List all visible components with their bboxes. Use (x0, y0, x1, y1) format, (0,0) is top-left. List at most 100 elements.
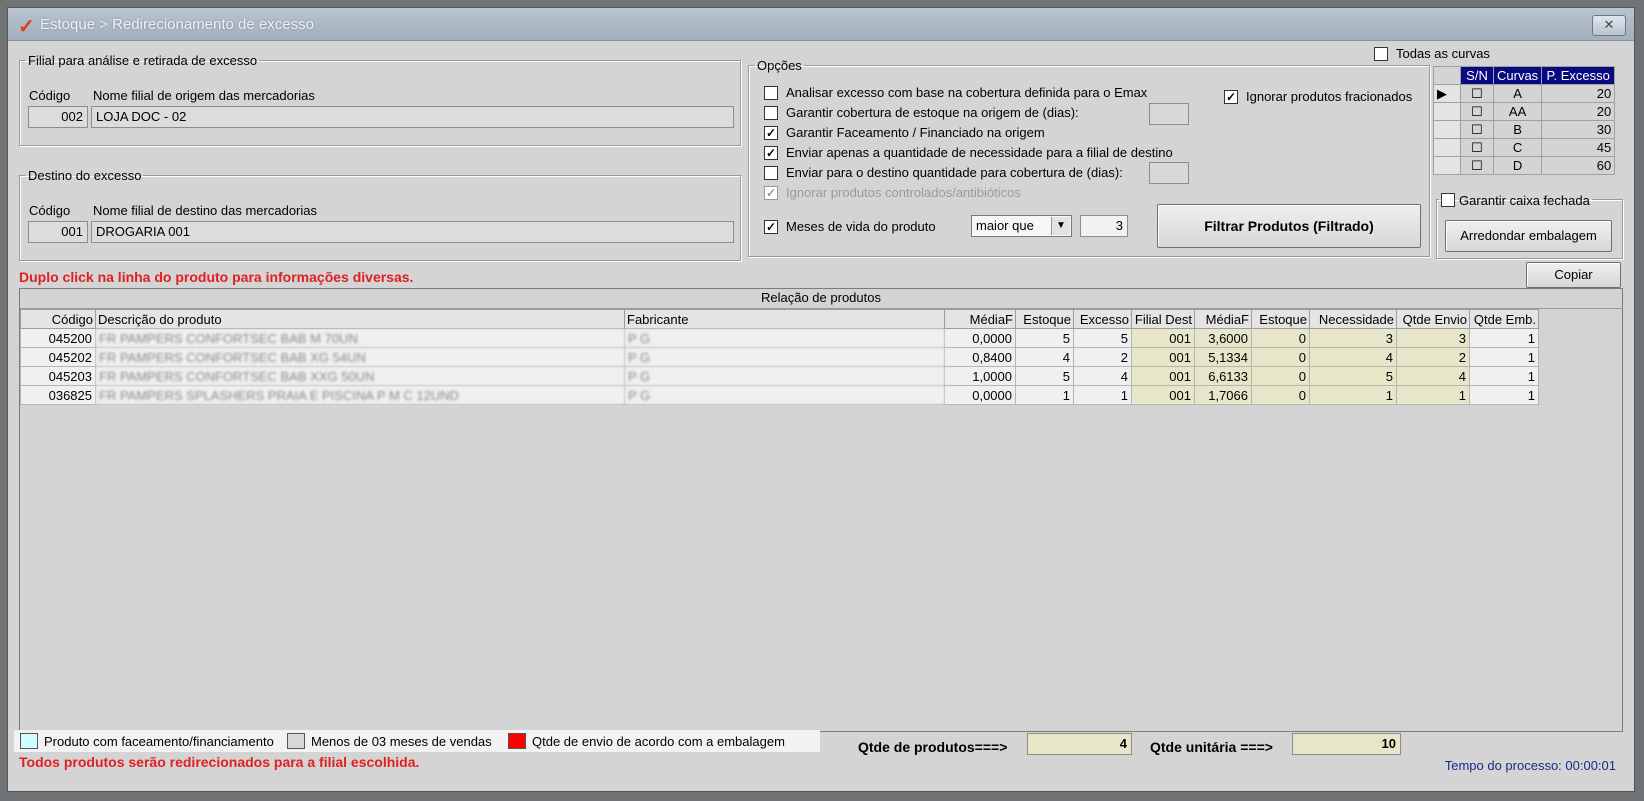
tempo-processo: Tempo do processo: 00:00:01 (1444, 758, 1616, 773)
row-pointer-icon: ▶ (1433, 84, 1461, 103)
meses-valor-input[interactable]: 3 (1080, 215, 1128, 237)
col-estoque[interactable]: Estoque (1015, 309, 1074, 329)
cell-qtde-envio[interactable]: 1 (1396, 385, 1470, 405)
legend-embalagem-label: Qtde de envio de acordo com a embalagem (532, 734, 785, 749)
col-excesso[interactable]: Excesso (1073, 309, 1132, 329)
col-mediaf[interactable]: MédiaF (944, 309, 1016, 329)
destino-codigo-field[interactable]: 001 (28, 221, 88, 243)
filtrar-produtos-button[interactable]: Filtrar Produtos (Filtrado) (1157, 204, 1421, 248)
cell-mediaf: 1,0000 (944, 366, 1016, 386)
caixa-fechada-checkbox[interactable] (1441, 193, 1455, 207)
opt-fracionados-checkbox[interactable]: ✓ (1224, 90, 1238, 104)
cell-estoque-dest: 0 (1251, 347, 1310, 367)
row-indicator (1433, 102, 1461, 121)
curva-row[interactable]: ☐ D 60 (1433, 156, 1616, 175)
curva-pct[interactable]: 30 (1541, 120, 1616, 139)
col-necessidade[interactable]: Necessidade (1309, 309, 1397, 329)
todas-curvas-checkbox[interactable] (1374, 47, 1388, 61)
cell-excesso: 1 (1073, 385, 1132, 405)
copiar-button[interactable]: Copiar (1526, 262, 1621, 288)
curva-row[interactable]: ☐ C 45 (1433, 138, 1616, 157)
cell-fabricante: P G (624, 385, 945, 405)
cell-mediaf-dest: 5,1334 (1194, 347, 1252, 367)
cell-excesso: 4 (1073, 366, 1132, 386)
col-codigo[interactable]: Código (20, 309, 96, 329)
opt-faceamento-checkbox[interactable]: ✓ (764, 126, 778, 140)
curva-name: C (1492, 138, 1543, 157)
cobertura-origem-input[interactable] (1149, 103, 1189, 125)
col-descricao[interactable]: Descrição do produto (95, 309, 625, 329)
opt-fracionados-label: Ignorar produtos fracionados (1246, 89, 1413, 104)
col-estoque-dest[interactable]: Estoque (1251, 309, 1310, 329)
curva-name: A (1492, 84, 1543, 103)
curva-pct[interactable]: 60 (1541, 156, 1616, 175)
origem-codigo-field[interactable]: 002 (28, 106, 88, 128)
cell-codigo: 045202 (20, 347, 96, 367)
col-qtde-emb[interactable]: Qtde Emb. (1469, 309, 1539, 329)
col-fabricante[interactable]: Fabricante (624, 309, 945, 329)
table-row[interactable]: 036825 FR PAMPERS SPLASHERS PRAIA E PISC… (20, 385, 1539, 405)
col-mediaf-dest[interactable]: MédiaF (1194, 309, 1252, 329)
embalagem-group: Garantir caixa fechada Arredondar embala… (1436, 191, 1623, 259)
curva-name: D (1492, 156, 1543, 175)
cell-qtde-emb: 1 (1469, 328, 1539, 348)
origem-nome-field[interactable]: LOJA DOC - 02 (91, 106, 734, 128)
cell-filial-dest: 001 (1131, 328, 1195, 348)
curva-row[interactable]: ☐ B 30 (1433, 120, 1616, 139)
opt-cobertura-origem-checkbox[interactable] (764, 106, 778, 120)
footer-message: Todos produtos serão redirecionados para… (19, 754, 420, 770)
destino-codigo-label: Código (29, 203, 71, 218)
opt-necessidade-checkbox[interactable]: ✓ (764, 146, 778, 160)
row-indicator (1433, 138, 1461, 157)
legend-faceamento-swatch (20, 733, 38, 749)
legend-strip: Produto com faceamento/financiamento Men… (14, 730, 820, 752)
opt-emax-checkbox[interactable] (764, 86, 778, 100)
curva-row[interactable]: ▶ ☐ A 20 (1433, 84, 1616, 103)
destino-legend: Destino do excesso (28, 168, 142, 183)
col-qtde-envio[interactable]: Qtde Envio (1396, 309, 1470, 329)
opt-cobertura-origem-label: Garantir cobertura de estoque na origem … (786, 105, 1079, 120)
curva-sn-checkbox[interactable]: ☐ (1460, 102, 1494, 121)
curva-sn-checkbox[interactable]: ☐ (1460, 84, 1494, 103)
curva-sn-checkbox[interactable]: ☐ (1460, 120, 1494, 139)
cell-qtde-envio[interactable]: 3 (1396, 328, 1470, 348)
hint-text: Duplo click na linha do produto para inf… (19, 269, 414, 285)
cell-codigo: 036825 (20, 385, 96, 405)
grid-header-row: Código Descrição do produto Fabricante M… (20, 309, 1539, 329)
curva-sn-checkbox[interactable]: ☐ (1460, 138, 1494, 157)
title-bar: ✓ Estoque > Redirecionamento de excesso … (8, 8, 1634, 41)
legend-meses-swatch (287, 733, 305, 749)
cell-mediaf-dest: 3,6000 (1194, 328, 1252, 348)
arredondar-embalagem-button[interactable]: Arredondar embalagem (1445, 220, 1612, 252)
cell-excesso: 5 (1073, 328, 1132, 348)
chevron-down-icon[interactable]: ▼ (1051, 217, 1070, 235)
close-button[interactable]: ✕ (1592, 15, 1626, 36)
curva-pct[interactable]: 20 (1541, 102, 1616, 121)
curva-pct[interactable]: 20 (1541, 84, 1616, 103)
opt-necessidade-label: Enviar apenas a quantidade de necessidad… (786, 145, 1173, 160)
cell-descricao: FR PAMPERS CONFORTSEC BAB M 70UN (95, 328, 625, 348)
cell-qtde-envio[interactable]: 2 (1396, 347, 1470, 367)
opt-meses-checkbox[interactable]: ✓ (764, 220, 778, 234)
table-row[interactable]: 045202 FR PAMPERS CONFORTSEC BAB XG 54UN… (20, 347, 1539, 367)
opt-controlados-label: Ignorar produtos controlados/antibiótico… (786, 185, 1021, 200)
table-row[interactable]: 045203 FR PAMPERS CONFORTSEC BAB XXG 50U… (20, 366, 1539, 386)
opcoes-legend: Opções (757, 58, 802, 73)
cell-qtde-emb: 1 (1469, 347, 1539, 367)
origem-legend: Filial para análise e retirada de excess… (28, 53, 258, 68)
cell-qtde-envio[interactable]: 4 (1396, 366, 1470, 386)
destino-nome-label: Nome filial de destino das mercadorias (93, 203, 317, 218)
curva-name: AA (1492, 102, 1543, 121)
cell-estoque-dest: 0 (1251, 366, 1310, 386)
table-row[interactable]: 045200 FR PAMPERS CONFORTSEC BAB M 70UN … (20, 328, 1539, 348)
cell-estoque-dest: 0 (1251, 385, 1310, 405)
cobertura-destino-input[interactable] (1149, 162, 1189, 184)
curva-row[interactable]: ☐ AA 20 (1433, 102, 1616, 121)
curva-pct[interactable]: 45 (1541, 138, 1616, 157)
opt-cobertura-destino-checkbox[interactable] (764, 166, 778, 180)
curva-sn-checkbox[interactable]: ☐ (1460, 156, 1494, 175)
origem-nome-label: Nome filial de origem das mercadorias (93, 88, 315, 103)
meses-operator-select[interactable]: maior que ▼ (971, 215, 1072, 237)
col-filial-dest[interactable]: Filial Dest (1131, 309, 1195, 329)
destino-nome-field[interactable]: DROGARIA 001 (91, 221, 734, 243)
